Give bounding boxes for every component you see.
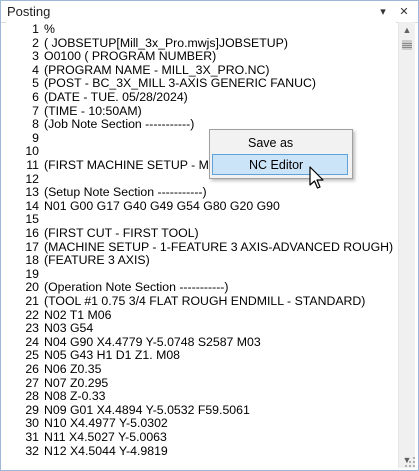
- nc-code-viewer[interactable]: 1% 2 ( JOBSETUP[Mill_3x_Pro.mwjs]JOBSETUP)…: [6, 22, 396, 463]
- line-number: 4: [32, 62, 39, 77]
- line-number: 11: [26, 158, 39, 172]
- menu-item-nc-editor[interactable]: NC Editor: [212, 154, 348, 175]
- line-number: 10: [25, 144, 39, 159]
- line-number: 9: [32, 130, 39, 145]
- line-number: 13: [25, 185, 39, 200]
- line-number: 29: [25, 402, 39, 417]
- vertical-scrollbar[interactable]: ▲ ▼: [398, 22, 415, 468]
- line-text: %: [44, 22, 55, 36]
- line-number: 23: [25, 321, 39, 336]
- line-number: 14: [25, 198, 39, 213]
- line-number: 7: [32, 103, 39, 118]
- line-text: (Setup Note Section -----------): [44, 185, 207, 200]
- context-menu: Save as NC Editor: [209, 129, 353, 179]
- pin-dropdown-icon[interactable]: ▾: [377, 6, 389, 18]
- line-text: (Job Note Section -----------): [44, 117, 195, 132]
- line-text: N09 G01 X4.4894 Y-5.0532 F59.5061: [44, 402, 250, 417]
- line-number: 31: [25, 430, 39, 444]
- thumb-grip: [402, 47, 412, 48]
- menu-item-label: NC Editor: [249, 158, 304, 172]
- resize-grip-icon[interactable]: [404, 456, 416, 468]
- thumb-grip: [402, 45, 412, 46]
- line-text: (FIRST CUT - FIRST TOOL): [44, 226, 199, 240]
- line-number: 1: [32, 22, 39, 36]
- line-text: N04 G90 X4.4779 Y-5.0748 S2587 M03: [44, 334, 261, 349]
- line-text: O0100 ( PROGRAM NUMBER): [44, 49, 217, 64]
- window-title: Posting: [7, 4, 51, 19]
- line-text: N12 X4.5044 Y-4.9819: [44, 443, 168, 458]
- scrollbar-thumb[interactable]: [402, 40, 412, 50]
- line-text: N07 Z0.295: [44, 375, 109, 390]
- line-text: (Operation Note Section -----------): [44, 280, 229, 295]
- close-icon[interactable]: ✕: [398, 6, 410, 18]
- line-number: 19: [25, 266, 39, 281]
- line-text: (PROGRAM NAME - MILL_3X_PRO.NC): [44, 62, 270, 77]
- line-number: 30: [25, 416, 39, 431]
- line-number: 26: [25, 362, 39, 376]
- line-number: 22: [25, 307, 39, 322]
- line-number: 20: [25, 280, 39, 295]
- line-text: N05 G43 H1 D1 Z1. M08: [44, 348, 181, 363]
- line-text: N06 Z0.35: [44, 362, 102, 376]
- line-number: 3: [32, 49, 39, 64]
- thumb-grip: [402, 43, 412, 44]
- line-text: (FIRST MACHINE SETUP - MA: [44, 158, 218, 172]
- line-number: 25: [25, 348, 39, 363]
- line-text: ( JOBSETUP[Mill_3x_Pro.mwjs]JOBSETUP): [44, 35, 288, 50]
- line-number: 8: [32, 117, 39, 132]
- line-number: 5: [32, 76, 39, 91]
- title-bar[interactable]: Posting ▾ ✕: [1, 1, 418, 23]
- line-text: N10 X4.4977 Y-5.0302: [44, 416, 168, 431]
- line-number: 17: [25, 239, 39, 254]
- line-text: (DATE - TUE. 05/28/2024): [44, 90, 188, 104]
- line-number: 15: [25, 212, 39, 227]
- line-text: N01 G00 G17 G40 G49 G54 G80 G20 G90: [44, 198, 280, 213]
- line-number: 21: [25, 294, 39, 308]
- scroll-up-arrow-icon[interactable]: ▲: [399, 22, 415, 38]
- line-text: N02 T1 M06: [44, 307, 112, 322]
- line-number: 6: [32, 90, 39, 104]
- line-text: (FEATURE 3 AXIS): [44, 253, 150, 268]
- line-text: (MACHINE SETUP - 1-FEATURE 3 AXIS-ADVANC…: [44, 239, 394, 254]
- menu-item-save-as[interactable]: Save as: [212, 133, 348, 154]
- line-number: 2: [32, 35, 39, 50]
- line-number: 24: [25, 334, 39, 349]
- mouse-pointer-icon: [309, 166, 324, 189]
- line-text: N08 Z-0.33: [44, 389, 106, 404]
- line-text: (TIME - 10:50AM): [44, 103, 142, 118]
- line-text: (POST - BC_3X_MILL 3-AXIS GENERIC FANUC): [44, 76, 316, 91]
- line-text: N03 G54: [44, 321, 94, 336]
- line-text: N11 X4.5027 Y-5.0063: [44, 430, 167, 444]
- line-number: 28: [25, 389, 39, 404]
- line-number: 16: [25, 226, 39, 240]
- line-number: 27: [25, 375, 39, 390]
- line-number: 32: [25, 443, 39, 458]
- menu-item-label: Save as: [248, 136, 294, 150]
- line-text: (TOOL #1 0.75 3/4 FLAT ROUGH ENDMILL - S…: [44, 294, 366, 308]
- line-number: 12: [25, 171, 39, 186]
- line-number: 18: [25, 253, 39, 268]
